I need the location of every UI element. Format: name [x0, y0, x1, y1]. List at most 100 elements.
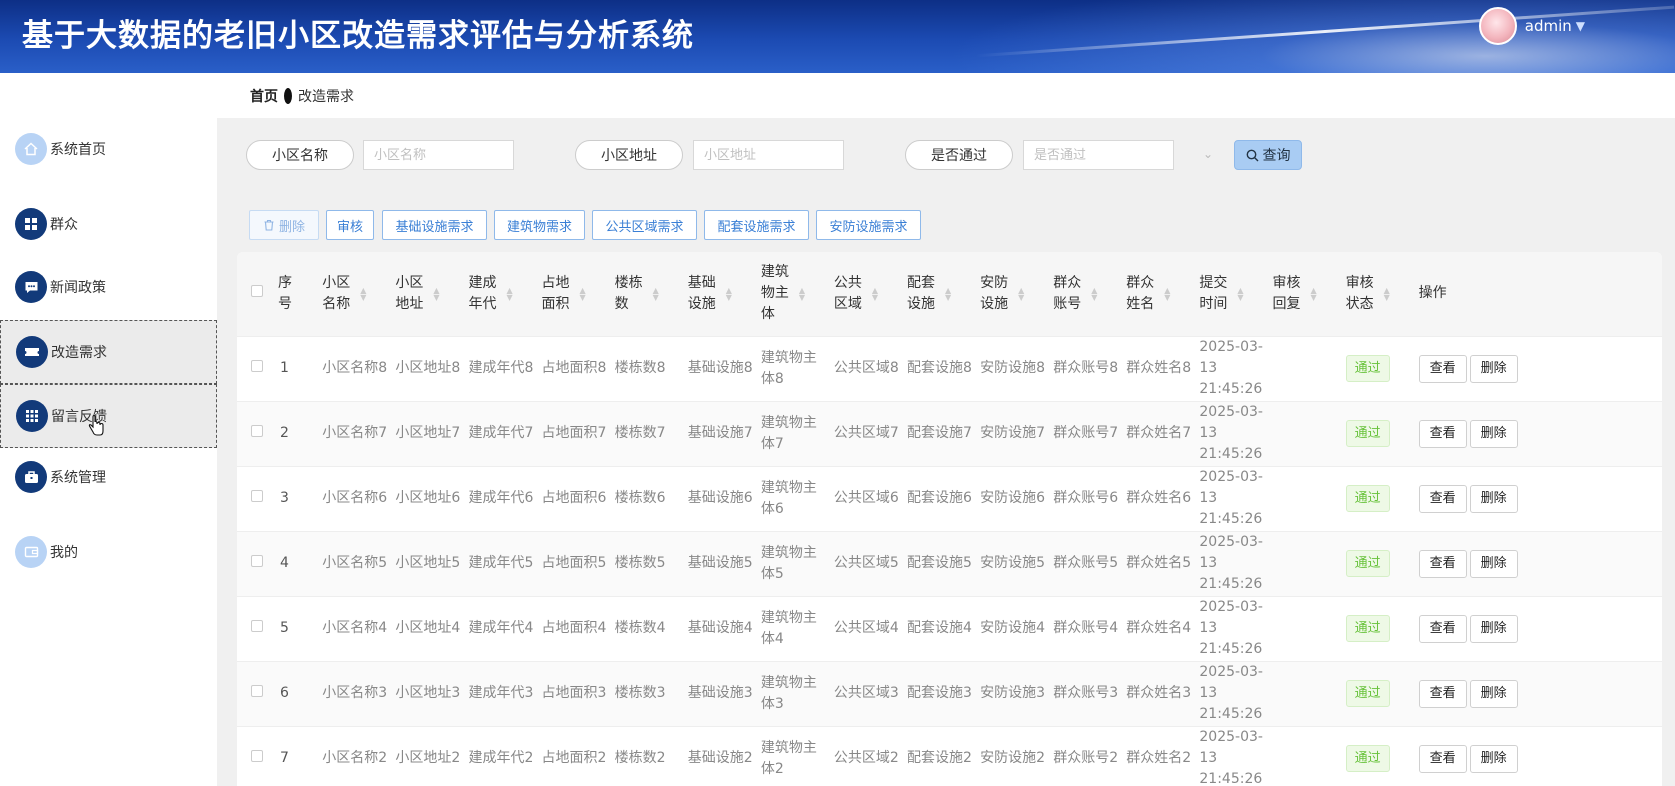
- sidebar-item-home[interactable]: 系统首页: [0, 117, 217, 181]
- column-header[interactable]: 审核状态 ▲ ▼: [1340, 252, 1413, 336]
- row-checkbox[interactable]: [251, 360, 263, 372]
- sort-icon[interactable]: ▲ ▼: [1237, 286, 1243, 301]
- column-header[interactable]: 基础设施 ▲ ▼: [682, 252, 755, 336]
- column-header[interactable]: 小区名称 ▲ ▼: [316, 252, 389, 336]
- building-demand-button[interactable]: 建筑物需求: [494, 210, 585, 240]
- sort-icon[interactable]: ▲ ▼: [1018, 286, 1024, 301]
- caret-down-icon[interactable]: ▼: [1576, 19, 1585, 33]
- row-delete-button[interactable]: 删除: [1469, 549, 1518, 578]
- sort-icon[interactable]: ▲ ▼: [726, 286, 732, 301]
- sort-icon[interactable]: ▲ ▼: [1384, 286, 1390, 301]
- row-delete-button[interactable]: 删除: [1469, 679, 1518, 708]
- cell-year: 建成年代7: [468, 425, 534, 441]
- sort-icon[interactable]: ▲ ▼: [1164, 286, 1170, 301]
- user-name[interactable]: admin: [1525, 17, 1572, 35]
- row-checkbox[interactable]: [251, 490, 263, 502]
- sort-icon[interactable]: ▲ ▼: [433, 286, 439, 301]
- cell-area: 占地面积7: [541, 425, 607, 441]
- cell-time: 2025-03-13 21:45:26: [1199, 469, 1263, 527]
- sidebar-item-feedback[interactable]: 留言反馈: [0, 384, 217, 448]
- main-content: 小区名称 小区地址 是否通过 ⌄ 查询 删除 审核 基础设施需求 建筑物需求 公…: [217, 118, 1675, 786]
- cell-time: 2025-03-13 21:45:26: [1199, 664, 1263, 722]
- sort-icon[interactable]: ▲ ▼: [945, 286, 951, 301]
- column-header[interactable]: 安防设施 ▲ ▼: [974, 252, 1047, 336]
- cell-area: 占地面积3: [541, 685, 607, 701]
- sidebar-item-news[interactable]: 新闻政策: [0, 255, 217, 319]
- view-button[interactable]: 查看: [1418, 549, 1467, 578]
- view-button[interactable]: 查看: [1418, 614, 1467, 643]
- cell-main: 建筑物主体6: [760, 479, 817, 517]
- user-menu[interactable]: admin ▼: [1478, 7, 1585, 45]
- column-header[interactable]: 审核回复 ▲ ▼: [1266, 252, 1339, 336]
- column-header[interactable]: 建成年代 ▲ ▼: [462, 252, 535, 336]
- view-button[interactable]: 查看: [1418, 419, 1467, 448]
- view-button[interactable]: 查看: [1418, 484, 1467, 513]
- public-area-demand-button[interactable]: 公共区域需求: [592, 210, 697, 240]
- column-header[interactable]: 提交时间 ▲ ▼: [1193, 252, 1266, 336]
- view-button[interactable]: 查看: [1418, 354, 1467, 383]
- sidebar-item-mine[interactable]: 我的: [0, 520, 217, 584]
- view-button[interactable]: 查看: [1418, 679, 1467, 708]
- column-header[interactable]: 占地面积 ▲ ▼: [536, 252, 609, 336]
- cell-supp: 配套设施4: [907, 620, 972, 636]
- sort-icon[interactable]: ▲ ▼: [799, 286, 805, 301]
- name-search-input[interactable]: [363, 140, 514, 170]
- cell-sec: 安防设施3: [980, 685, 1046, 701]
- sidebar-item-citizens[interactable]: 群众: [0, 192, 217, 256]
- row-delete-button[interactable]: 删除: [1469, 614, 1518, 643]
- cell-time: 2025-03-13 21:45:26: [1199, 404, 1263, 462]
- column-header[interactable]: 群众账号 ▲ ▼: [1047, 252, 1120, 336]
- column-header[interactable]: 配套设施 ▲ ▼: [901, 252, 974, 336]
- sort-icon[interactable]: ▲ ▼: [1310, 286, 1316, 301]
- audit-button[interactable]: 审核: [326, 210, 374, 240]
- column-header-label: 公共区域: [833, 274, 862, 312]
- row-checkbox[interactable]: [251, 425, 263, 437]
- sort-icon[interactable]: ▲ ▼: [872, 286, 878, 301]
- sort-icon[interactable]: ▲ ▼: [580, 286, 586, 301]
- delete-button[interactable]: 删除: [249, 210, 319, 240]
- passed-select[interactable]: [1023, 140, 1174, 170]
- column-header[interactable]: 建筑物主体 ▲ ▼: [755, 252, 828, 336]
- security-facility-demand-button[interactable]: 安防设施需求: [816, 210, 921, 240]
- row-checkbox[interactable]: [251, 750, 263, 763]
- row-checkbox[interactable]: [251, 555, 263, 567]
- sort-icon[interactable]: ▲ ▼: [653, 286, 659, 301]
- table-row: 3 小区名称6 小区地址6 建成年代6 占地面积6 楼栋数6 基础设施6 建筑物主体6 公共区域…: [237, 466, 1662, 531]
- row-delete-button[interactable]: 删除: [1469, 419, 1518, 448]
- cell-actions: 查看 删除: [1413, 596, 1662, 661]
- cell-pub: 公共区域6: [833, 490, 899, 506]
- cell-area: 占地面积8: [541, 360, 607, 376]
- sort-icon[interactable]: ▲ ▼: [506, 286, 512, 301]
- column-header-label: 占地面积: [541, 274, 570, 312]
- row-delete-button[interactable]: 删除: [1469, 484, 1518, 513]
- avatar[interactable]: [1478, 7, 1517, 45]
- select-all-checkbox[interactable]: [251, 285, 263, 298]
- row-delete-button[interactable]: 删除: [1469, 744, 1518, 773]
- sort-icon[interactable]: ▲ ▼: [1091, 286, 1097, 301]
- row-checkbox-cell: [237, 531, 272, 596]
- infra-demand-button[interactable]: 基础设施需求: [382, 210, 487, 240]
- address-search-input[interactable]: [693, 140, 844, 170]
- row-delete-button[interactable]: 删除: [1469, 354, 1518, 383]
- column-header[interactable]: 公共区域 ▲ ▼: [828, 252, 901, 336]
- column-header[interactable]: 小区地址 ▲ ▼: [389, 252, 462, 336]
- sidebar-item-system[interactable]: 系统管理: [0, 445, 217, 509]
- sort-icon[interactable]: ▲ ▼: [360, 286, 366, 301]
- cell-index: 7: [280, 750, 289, 767]
- column-header-label: 楼栋数: [614, 274, 643, 312]
- row-checkbox[interactable]: [251, 620, 263, 632]
- cell-reply: [1266, 596, 1339, 661]
- column-header[interactable]: 楼栋数 ▲ ▼: [609, 252, 682, 336]
- table-header-row: 序号 小区名称 ▲ ▼ 小区地址 ▲ ▼ 建成年代 ▲ ▼ 占地面积 ▲ ▼ 楼栋数 ▲ ▼ 基础设…: [237, 252, 1662, 336]
- supporting-facility-demand-button[interactable]: 配套设施需求: [704, 210, 809, 240]
- sidebar-item-renovation[interactable]: 改造需求: [0, 320, 217, 384]
- cell-acct: 群众账号8: [1053, 360, 1119, 376]
- query-button[interactable]: 查询: [1234, 140, 1302, 170]
- cell-pub: 公共区域7: [833, 425, 899, 441]
- view-button[interactable]: 查看: [1418, 744, 1467, 773]
- column-header[interactable]: 群众姓名 ▲ ▼: [1120, 252, 1193, 336]
- chevron-down-icon[interactable]: ⌄: [1203, 147, 1213, 161]
- breadcrumb-home[interactable]: 首页: [250, 86, 278, 106]
- row-checkbox[interactable]: [251, 685, 263, 697]
- status-badge: 通过: [1345, 485, 1390, 512]
